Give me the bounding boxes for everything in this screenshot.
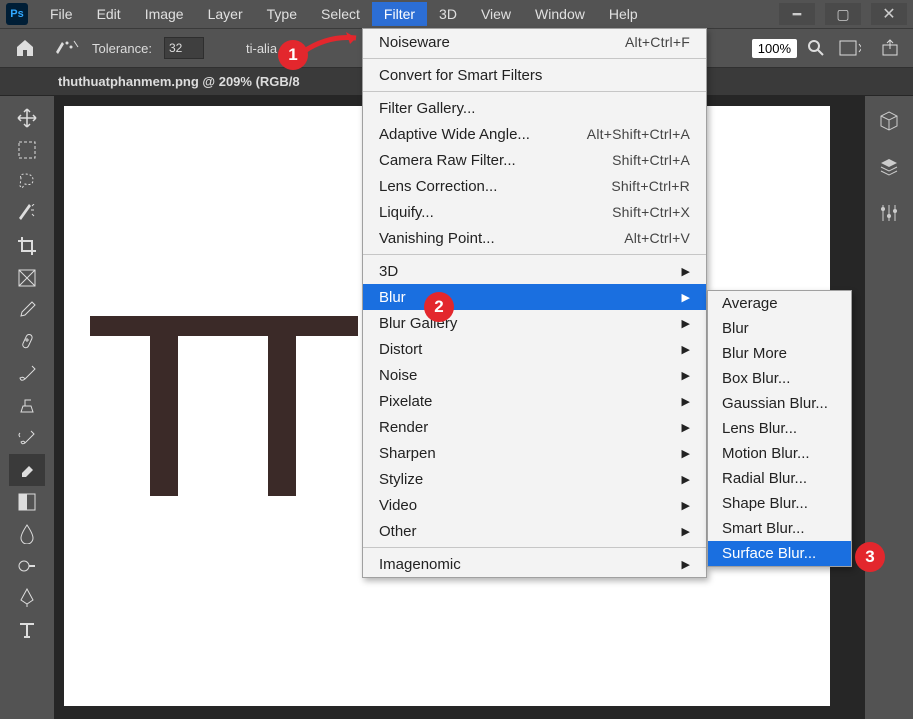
menu-item-vanishing-point-[interactable]: Vanishing Point...Alt+Ctrl+V	[363, 225, 706, 251]
lasso-tool-icon[interactable]	[9, 166, 45, 198]
menu-item-render[interactable]: Render▶	[363, 414, 706, 440]
submenu-item-motion-blur-[interactable]: Motion Blur...	[708, 441, 851, 466]
gradient-tool-icon[interactable]	[9, 486, 45, 518]
dodge-tool-icon[interactable]	[9, 550, 45, 582]
menu-item-convert-for-smart-filters[interactable]: Convert for Smart Filters	[363, 62, 706, 88]
menu-item-imagenomic[interactable]: Imagenomic▶	[363, 551, 706, 577]
submenu-item-shape-blur-[interactable]: Shape Blur...	[708, 491, 851, 516]
magic-wand-tool-icon[interactable]	[9, 198, 45, 230]
blur-tool-icon[interactable]	[9, 518, 45, 550]
crop-tool-icon[interactable]	[9, 230, 45, 262]
home-icon[interactable]	[8, 33, 42, 63]
healing-brush-tool-icon[interactable]	[9, 326, 45, 358]
frame-tool-icon[interactable]	[9, 262, 45, 294]
adjustments-panel-icon[interactable]	[878, 202, 900, 224]
tool-panel	[0, 96, 54, 719]
submenu-item-surface-blur-[interactable]: Surface Blur...	[708, 541, 851, 566]
menu-item-noiseware[interactable]: NoisewareAlt+Ctrl+F	[363, 29, 706, 55]
submenu-item-smart-blur-[interactable]: Smart Blur...	[708, 516, 851, 541]
workspace-switcher-icon[interactable]	[835, 35, 865, 61]
menu-item-liquify-[interactable]: Liquify...Shift+Ctrl+X	[363, 199, 706, 225]
menu-item-pixelate[interactable]: Pixelate▶	[363, 388, 706, 414]
tolerance-label: Tolerance:	[92, 41, 152, 56]
layers-panel-icon[interactable]	[878, 156, 900, 178]
filter-menu-dropdown: NoisewareAlt+Ctrl+F Convert for Smart Fil…	[362, 28, 707, 578]
app-logo: Ps	[6, 3, 28, 25]
history-brush-tool-icon[interactable]	[9, 422, 45, 454]
menu-item-filter-gallery-[interactable]: Filter Gallery...	[363, 95, 706, 121]
menu-window[interactable]: Window	[523, 2, 597, 26]
marquee-tool-icon[interactable]	[9, 134, 45, 166]
menu-item-noise[interactable]: Noise▶	[363, 362, 706, 388]
eraser-tool-icon[interactable]	[9, 454, 45, 486]
submenu-item-box-blur-[interactable]: Box Blur...	[708, 366, 851, 391]
type-tool-icon[interactable]	[9, 614, 45, 646]
menu-item-lens-correction-[interactable]: Lens Correction...Shift+Ctrl+R	[363, 173, 706, 199]
menu-bar: Ps FileEditImageLayerTypeSelectFilter3DV…	[0, 0, 913, 28]
zoom-level[interactable]: 100%	[752, 39, 797, 58]
menu-filter[interactable]: Filter	[372, 2, 427, 26]
menu-item-stylize[interactable]: Stylize▶	[363, 466, 706, 492]
callout-3: 3	[855, 542, 885, 572]
search-icon[interactable]	[807, 39, 825, 57]
callout-2: 2	[424, 292, 454, 322]
menu-item-camera-raw-filter-[interactable]: Camera Raw Filter...Shift+Ctrl+A	[363, 147, 706, 173]
brush-tool-icon[interactable]	[9, 358, 45, 390]
menu-layer[interactable]: Layer	[196, 2, 255, 26]
submenu-item-gaussian-blur-[interactable]: Gaussian Blur...	[708, 391, 851, 416]
clone-stamp-tool-icon[interactable]	[9, 390, 45, 422]
menu-item-other[interactable]: Other▶	[363, 518, 706, 544]
menu-item-sharpen[interactable]: Sharpen▶	[363, 440, 706, 466]
maximize-button[interactable]: ▢	[825, 3, 861, 25]
menu-item-blur-gallery[interactable]: Blur Gallery▶	[363, 310, 706, 336]
menu-3d[interactable]: 3D	[427, 2, 469, 26]
menu-item-distort[interactable]: Distort▶	[363, 336, 706, 362]
close-button[interactable]: ✕	[871, 3, 907, 25]
menu-item-blur[interactable]: Blur▶	[363, 284, 706, 310]
antialias-label: ti-alia	[246, 41, 277, 56]
submenu-item-blur-more[interactable]: Blur More	[708, 341, 851, 366]
callout-1: 1	[278, 40, 308, 70]
share-icon[interactable]	[875, 35, 905, 61]
menu-file[interactable]: File	[38, 2, 85, 26]
menu-item-adaptive-wide-angle-[interactable]: Adaptive Wide Angle...Alt+Shift+Ctrl+A	[363, 121, 706, 147]
canvas-artwork	[90, 316, 358, 496]
submenu-item-lens-blur-[interactable]: Lens Blur...	[708, 416, 851, 441]
annotation-arrow	[298, 30, 368, 60]
menu-help[interactable]: Help	[597, 2, 650, 26]
submenu-item-average[interactable]: Average	[708, 291, 851, 316]
right-panel-strip	[865, 96, 913, 719]
menu-item-video[interactable]: Video▶	[363, 492, 706, 518]
submenu-item-radial-blur-[interactable]: Radial Blur...	[708, 466, 851, 491]
menu-type[interactable]: Type	[255, 2, 309, 26]
menu-select[interactable]: Select	[309, 2, 372, 26]
menu-edit[interactable]: Edit	[85, 2, 133, 26]
submenu-item-blur[interactable]: Blur	[708, 316, 851, 341]
eyedropper-tool-icon[interactable]	[9, 294, 45, 326]
menu-view[interactable]: View	[469, 2, 523, 26]
3d-panel-icon[interactable]	[878, 110, 900, 132]
document-tab[interactable]: thuthuatphanmem.png @ 209% (RGB/8	[48, 70, 310, 93]
move-tool-icon[interactable]	[9, 102, 45, 134]
menu-item-3d[interactable]: 3D▶	[363, 258, 706, 284]
blur-submenu: AverageBlurBlur MoreBox Blur...Gaussian …	[707, 290, 852, 567]
tolerance-input[interactable]	[164, 37, 204, 59]
minimize-button[interactable]: ━	[779, 3, 815, 25]
pen-tool-icon[interactable]	[9, 582, 45, 614]
menu-image[interactable]: Image	[133, 2, 196, 26]
tool-preset-icon[interactable]	[54, 38, 80, 58]
window-controls: ━ ▢ ✕	[779, 3, 907, 25]
